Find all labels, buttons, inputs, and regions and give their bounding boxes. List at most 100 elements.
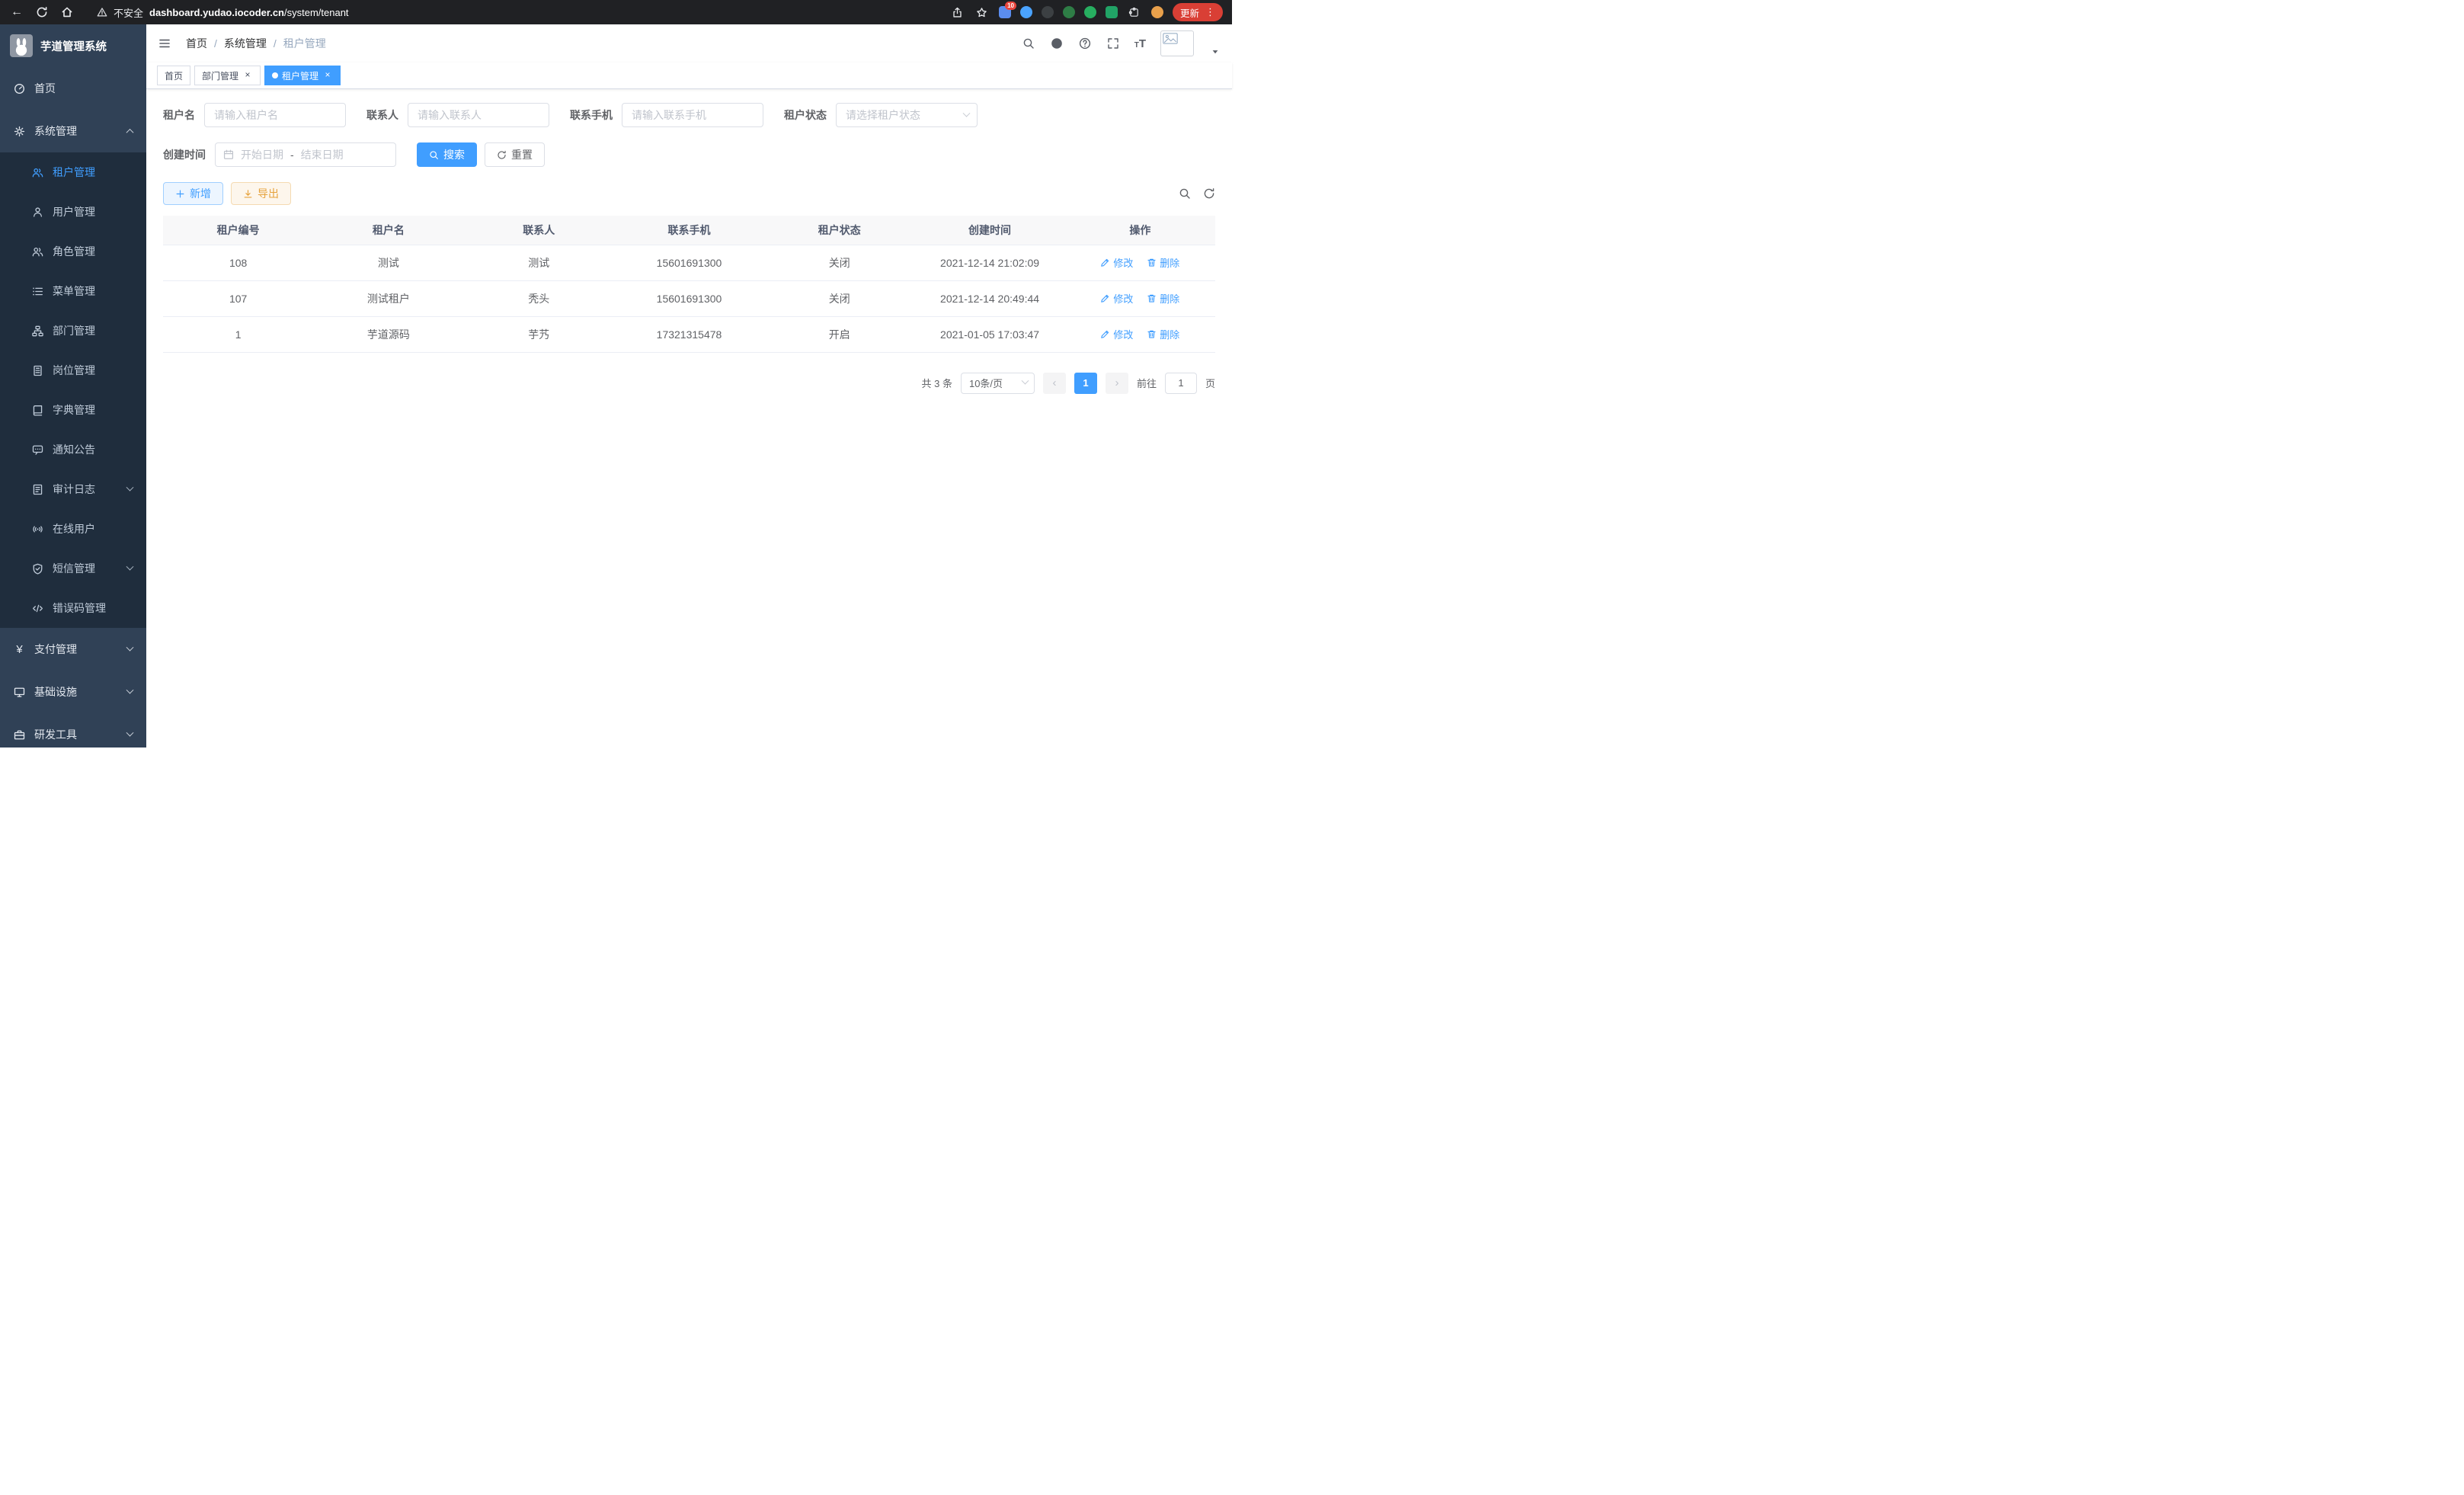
breadcrumb-system[interactable]: 系统管理: [224, 36, 267, 51]
table-row: 108 测试 测试 15601691300 关闭 2021-12-14 21:0…: [163, 245, 1215, 280]
chrome-update-button[interactable]: 更新 ⋮: [1173, 3, 1223, 21]
status-select[interactable]: 请选择租户状态: [836, 103, 978, 127]
status-placeholder: 请选择租户状态: [846, 107, 920, 123]
bookmark-star-icon[interactable]: [974, 5, 990, 20]
hide-search-icon[interactable]: [1179, 187, 1191, 200]
edit-link[interactable]: 修改: [1100, 327, 1133, 341]
create-time-range-picker[interactable]: 开始日期 - 结束日期: [215, 142, 396, 167]
not-secure-label: 不安全: [114, 5, 143, 20]
edit-link[interactable]: 修改: [1100, 255, 1133, 270]
sidebar-item-sms[interactable]: 短信管理: [0, 549, 146, 588]
sidebar-item-infra[interactable]: 基础设施: [0, 671, 146, 713]
goto-page-input[interactable]: [1165, 373, 1197, 394]
tab-dept[interactable]: 部门管理 ×: [194, 66, 261, 85]
col-contact: 联系人: [464, 216, 614, 245]
download-icon: [243, 189, 253, 199]
breadcrumb: 首页 / 系统管理 / 租户管理: [186, 36, 326, 51]
browser-reload-icon[interactable]: [34, 5, 50, 20]
github-icon[interactable]: [1050, 37, 1064, 50]
tenant-name-input[interactable]: [204, 103, 346, 127]
browser-menu-icon[interactable]: ⋮: [1205, 6, 1215, 18]
menu-label: 在线用户: [53, 521, 95, 536]
sidebar-item-user[interactable]: 用户管理: [0, 192, 146, 232]
sidebar-item-tenant[interactable]: 租户管理: [0, 152, 146, 192]
sidebar-item-error-code[interactable]: 错误码管理: [0, 588, 146, 628]
menu-label: 菜单管理: [53, 283, 95, 299]
delete-link[interactable]: 删除: [1147, 255, 1179, 270]
date-start-placeholder: 开始日期: [241, 147, 283, 162]
tab-home[interactable]: 首页: [157, 66, 190, 85]
sidebar-item-post[interactable]: 岗位管理: [0, 351, 146, 390]
search-button[interactable]: 搜索: [417, 142, 477, 167]
header-search-icon[interactable]: [1022, 37, 1035, 50]
table-row: 107 测试租户 秃头 15601691300 关闭 2021-12-14 20…: [163, 280, 1215, 316]
extension-icon-3[interactable]: [1042, 6, 1054, 18]
fullscreen-icon[interactable]: [1106, 37, 1120, 50]
cell-id: 1: [163, 316, 313, 352]
browser-profile-avatar[interactable]: [1151, 6, 1163, 18]
sidebar-item-dept[interactable]: 部门管理: [0, 311, 146, 351]
export-button[interactable]: 导出: [231, 182, 291, 205]
list-icon: [32, 286, 43, 297]
breadcrumb-home[interactable]: 首页: [186, 36, 207, 51]
help-icon[interactable]: [1078, 37, 1092, 50]
page-size-select[interactable]: 10条/页: [961, 373, 1035, 394]
monitor-icon: [14, 687, 25, 698]
extension-icon-6[interactable]: [1106, 6, 1118, 18]
contact-input[interactable]: [408, 103, 549, 127]
sidebar-item-system[interactable]: 系统管理: [0, 110, 146, 152]
delete-link[interactable]: 删除: [1147, 327, 1179, 341]
sidebar-item-menu[interactable]: 菜单管理: [0, 271, 146, 311]
col-created: 创建时间: [914, 216, 1064, 245]
extension-icon-2[interactable]: [1020, 6, 1032, 18]
reset-button[interactable]: 重置: [485, 142, 545, 167]
edit-link[interactable]: 修改: [1100, 291, 1133, 306]
chevron-down-icon: [126, 643, 134, 651]
tab-tenant[interactable]: 租户管理 ×: [264, 66, 341, 85]
prev-page-button[interactable]: ‹: [1043, 373, 1066, 394]
close-icon[interactable]: ×: [322, 70, 333, 81]
chevron-down-icon: [126, 728, 134, 736]
col-status: 租户状态: [764, 216, 914, 245]
next-page-button[interactable]: ›: [1106, 373, 1128, 394]
add-button[interactable]: 新增: [163, 182, 223, 205]
calendar-icon: [223, 149, 234, 160]
browser-home-icon[interactable]: [59, 5, 75, 20]
browser-back-icon[interactable]: ←: [9, 5, 24, 20]
sidebar-item-role[interactable]: 角色管理: [0, 232, 146, 271]
shield-icon: [32, 563, 43, 575]
page-number-1[interactable]: 1: [1074, 373, 1097, 394]
tab-label: 租户管理: [282, 69, 318, 82]
menu-label: 审计日志: [53, 482, 95, 497]
menu-label: 系统管理: [34, 123, 77, 139]
sidebar-toggle-button[interactable]: [158, 36, 174, 51]
table-refresh-icon[interactable]: [1203, 187, 1215, 200]
extensions-puzzle-icon[interactable]: [1127, 5, 1142, 20]
extension-icon-4[interactable]: [1063, 6, 1075, 18]
table-row: 1 芋道源码 芋艿 17321315478 开启 2021-01-05 17:0…: [163, 316, 1215, 352]
sidebar-item-notice[interactable]: 通知公告: [0, 430, 146, 469]
sidebar-item-audit-log[interactable]: 审计日志: [0, 469, 146, 509]
sidebar-item-pay[interactable]: ¥ 支付管理: [0, 628, 146, 671]
col-actions: 操作: [1065, 216, 1215, 245]
top-navbar: 首页 / 系统管理 / 租户管理 TT: [146, 24, 1232, 62]
menu-label: 字典管理: [53, 402, 95, 418]
delete-link[interactable]: 删除: [1147, 291, 1179, 306]
phone-input[interactable]: [622, 103, 763, 127]
sidebar-item-dev-tools[interactable]: 研发工具: [0, 713, 146, 748]
sidebar-item-home[interactable]: 首页: [0, 67, 146, 110]
user-avatar[interactable]: [1160, 30, 1194, 56]
font-size-icon[interactable]: TT: [1134, 38, 1146, 50]
address-bar[interactable]: 不安全 dashboard.yudao.iocoder.cn/system/te…: [85, 5, 940, 20]
extension-icon-5[interactable]: [1084, 6, 1096, 18]
share-icon[interactable]: [950, 5, 965, 20]
avatar-caret-down-icon[interactable]: [1211, 47, 1220, 56]
cell-created: 2021-12-14 20:49:44: [914, 280, 1064, 316]
users-icon: [32, 167, 43, 178]
sidebar-item-online-user[interactable]: 在线用户: [0, 509, 146, 549]
close-icon[interactable]: ×: [242, 70, 253, 81]
search-icon: [429, 150, 439, 160]
col-tenant-id: 租户编号: [163, 216, 313, 245]
extension-icon-1[interactable]: 10: [999, 6, 1011, 18]
sidebar-item-dict[interactable]: 字典管理: [0, 390, 146, 430]
